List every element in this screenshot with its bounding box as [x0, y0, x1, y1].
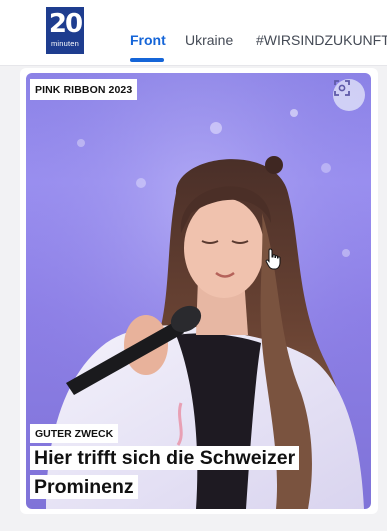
logo-word: minuten	[50, 39, 80, 48]
logo-number: 20	[48, 9, 83, 39]
article-kicker: GUTER ZWECK	[30, 424, 119, 443]
topic-badge[interactable]: PINK RIBBON 2023	[30, 79, 138, 100]
article-teaser-image[interactable]: PINK RIBBON 2023 GUTER ZWECK Hier trifft…	[26, 73, 371, 509]
focus-scan-icon	[334, 80, 350, 96]
tab-ukraine[interactable]: Ukraine	[185, 32, 233, 48]
article-headline-text[interactable]: Hier trifft sich die Schweizer Prominenz	[30, 446, 300, 499]
tab-front[interactable]: Front	[130, 32, 166, 48]
hand-pointer-cursor-icon	[265, 248, 281, 270]
article-headline[interactable]: Hier trifft sich die Schweizer Prominenz	[30, 444, 360, 502]
focus-scan-button[interactable]	[333, 79, 365, 111]
tab-wirsindzukunft[interactable]: #WIRSINDZUKUNFT	[256, 32, 387, 48]
logo-20-minuten[interactable]: 20 minuten	[46, 7, 84, 54]
top-navigation-bar: 20 minuten Front Ukraine #WIRSINDZUKUNFT	[0, 0, 387, 66]
active-tab-indicator	[130, 58, 164, 62]
